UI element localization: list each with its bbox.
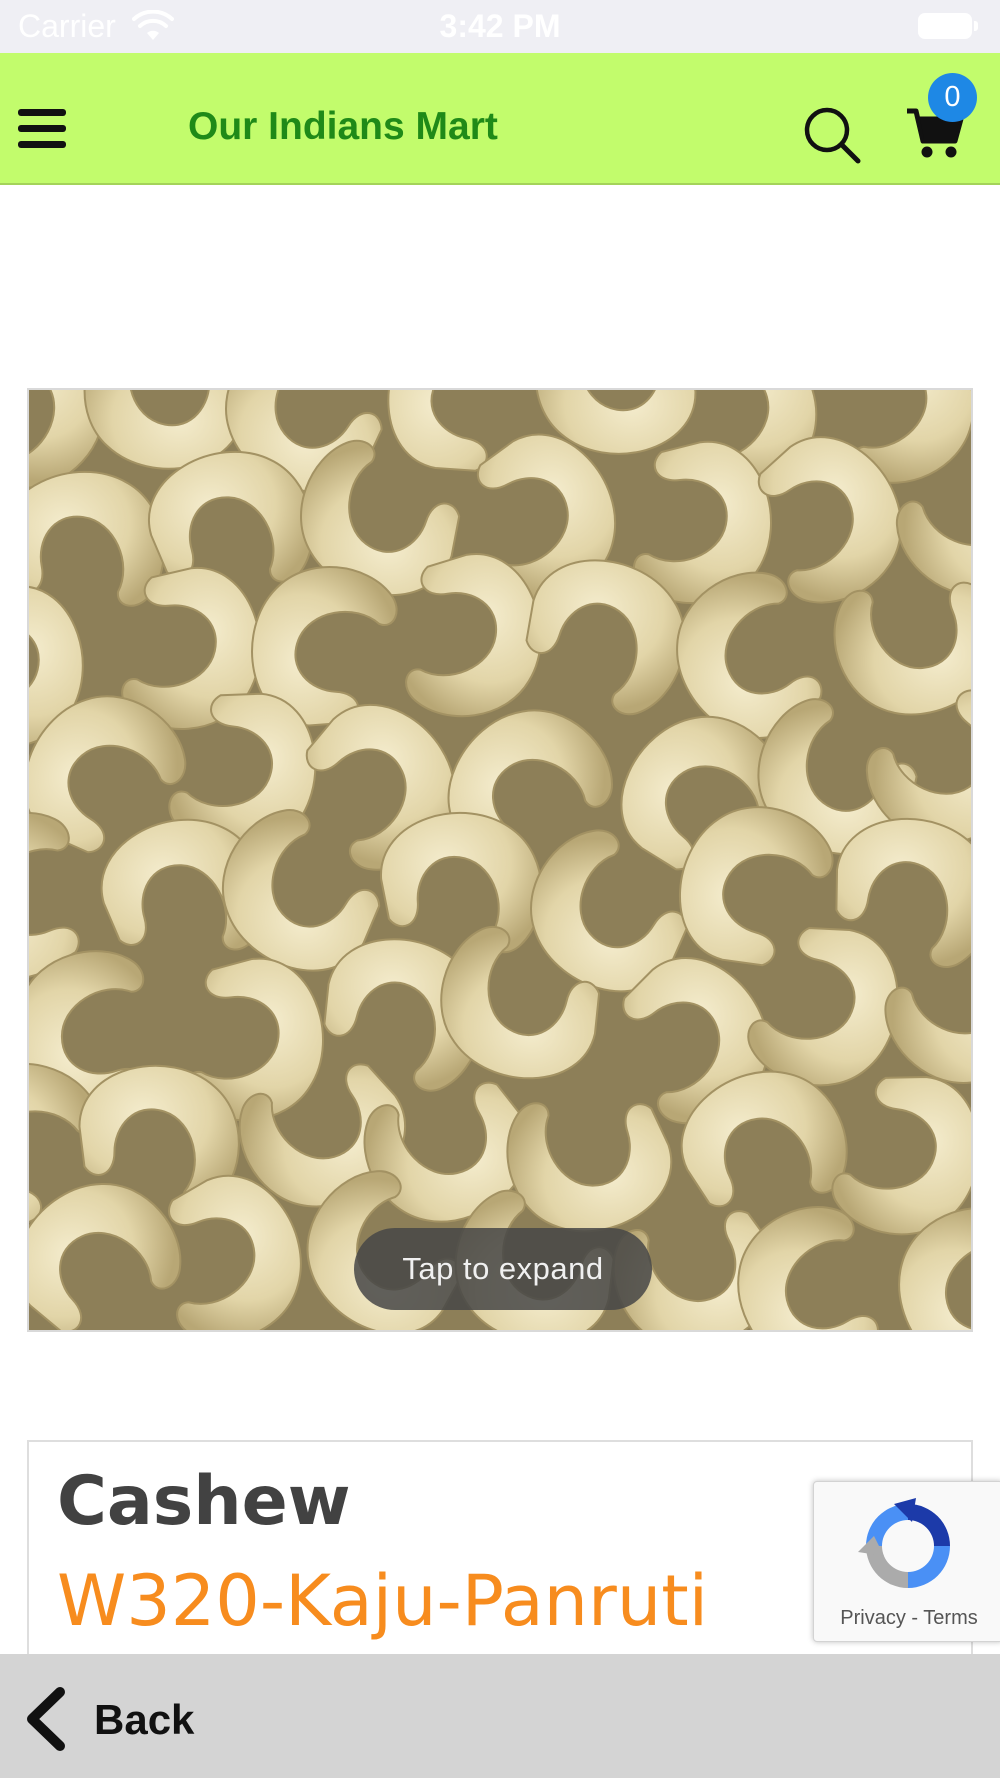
battery-icon (918, 13, 972, 39)
screen: Carrier 3:42 PM Our Indians Mart 0 Tap t… (0, 0, 1000, 1778)
recaptcha-links: Privacy - Terms (814, 1607, 1000, 1630)
app-title: Our Indians Mart (188, 105, 498, 148)
recaptcha-terms-link[interactable]: Terms (923, 1607, 977, 1629)
recaptcha-icon (858, 1498, 950, 1588)
product-variant: W320-Kaju-Panruti (57, 1560, 709, 1642)
cart-button[interactable]: 0 (905, 73, 985, 173)
product-name: Cashew (57, 1462, 351, 1541)
cart-count-badge: 0 (928, 73, 977, 122)
back-label: Back (94, 1696, 195, 1743)
search-icon[interactable] (802, 105, 862, 165)
bottom-bar: Back (0, 1654, 1000, 1778)
chevron-left-icon (27, 1687, 65, 1751)
recaptcha-privacy-link[interactable]: Privacy (840, 1607, 906, 1629)
cashew-photo (29, 390, 971, 1330)
status-bar: Carrier 3:42 PM (0, 0, 1000, 53)
battery-tip (974, 21, 978, 31)
menu-icon[interactable] (18, 109, 66, 149)
tap-to-expand-overlay[interactable]: Tap to expand (354, 1228, 652, 1310)
app-header: Our Indians Mart 0 (0, 53, 1000, 185)
recaptcha-separator: - (911, 1607, 919, 1629)
status-time: 3:42 PM (439, 8, 561, 44)
product-image[interactable]: Tap to expand (27, 388, 973, 1332)
recaptcha-badge[interactable]: Privacy - Terms (813, 1481, 1000, 1642)
back-button[interactable]: Back (22, 1684, 222, 1754)
